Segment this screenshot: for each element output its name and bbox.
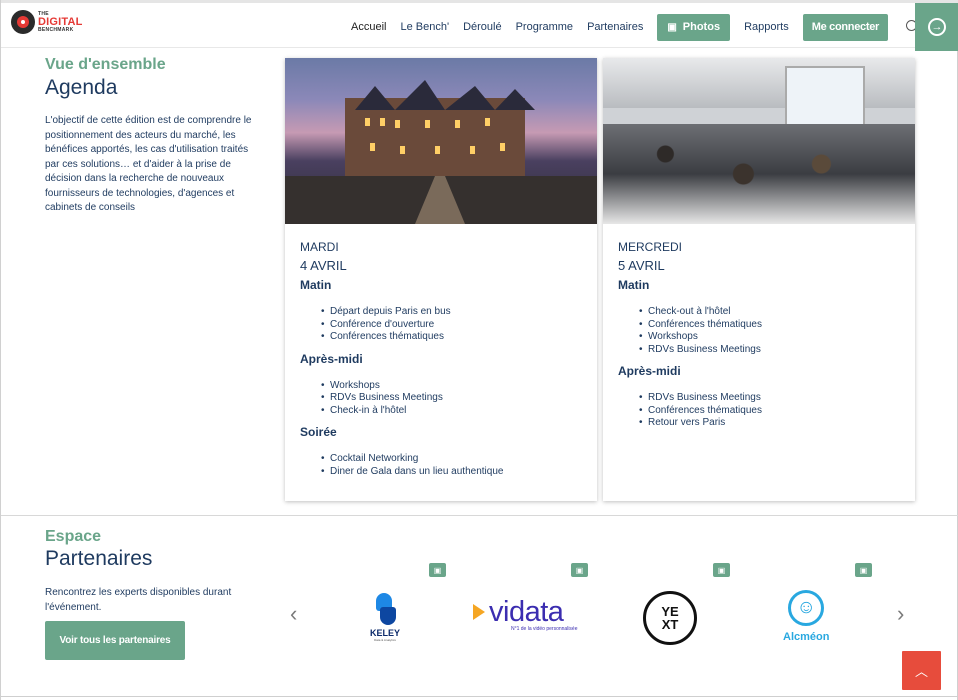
keley-logo: KELEY Data & Analytics xyxy=(370,593,400,642)
image-icon: ▣ xyxy=(429,563,446,577)
partners-intro: Espace Partenaires Rencontrez les expert… xyxy=(45,528,265,615)
yext-logo: YE XT xyxy=(643,591,697,645)
section-list: Check-out à l'hôtel Conférences thématiq… xyxy=(639,306,900,357)
section-list: Départ depuis Paris en bus Conférence d'… xyxy=(321,306,582,344)
list-item: RDVs Business Meetings xyxy=(639,344,900,357)
nav-deroule[interactable]: Déroulé xyxy=(463,21,502,33)
all-partners-button[interactable]: Voir tous les partenaires xyxy=(45,621,185,660)
list-item: Workshops xyxy=(321,380,582,393)
logo-text: THE DIGITAL BENCHMARK xyxy=(38,11,83,33)
sign-in-icon: → xyxy=(928,18,946,36)
logo-line-3: BENCHMARK xyxy=(38,26,74,33)
card-body: MARDI 4 AVRIL Matin Départ depuis Paris … xyxy=(285,224,597,478)
image-icon: ▣ xyxy=(667,21,677,33)
agenda-card-day-1: MARDI 4 AVRIL Matin Départ depuis Paris … xyxy=(285,58,597,501)
day-date: 4 AVRIL xyxy=(300,258,347,273)
nav-programme[interactable]: Programme xyxy=(516,21,573,33)
section-list: Cocktail Networking Diner de Gala dans u… xyxy=(321,453,582,479)
vidata-logo: vidata N°1 de la vidéo personnalisée xyxy=(473,598,578,632)
list-item: RDVs Business Meetings xyxy=(639,392,900,405)
list-item: Cocktail Networking xyxy=(321,453,582,466)
partner-name: vidata xyxy=(489,596,564,628)
page: THE DIGITAL BENCHMARK Accueil Le Bench' … xyxy=(0,0,958,700)
photos-button[interactable]: ▣ Photos xyxy=(657,13,731,41)
image-icon: ▣ xyxy=(855,563,872,577)
list-item: Check-in à l'hôtel xyxy=(321,405,582,418)
logo-line-2: DIGITAL xyxy=(38,15,83,28)
image-icon: ▣ xyxy=(713,563,730,577)
partners-subtitle: Espace xyxy=(45,528,102,545)
main-nav: Accueil Le Bench' Déroulé Programme Part… xyxy=(351,3,940,51)
site-header: THE DIGITAL BENCHMARK Accueil Le Bench' … xyxy=(1,0,958,51)
partner-keley[interactable]: ▣ KELEY Data & Analytics xyxy=(317,560,457,650)
photos-label: Photos xyxy=(682,21,721,33)
list-item: Diner de Gala dans un lieu authentique xyxy=(321,466,582,479)
partner-name-line-2: XT xyxy=(661,617,679,632)
section-title: Matin xyxy=(618,278,650,292)
section-list: RDVs Business Meetings Conférences théma… xyxy=(639,392,900,430)
login-button[interactable]: Me connecter xyxy=(802,13,889,41)
smiley-icon: ☺ xyxy=(788,590,825,626)
nav-rapports[interactable]: Rapports xyxy=(744,21,789,33)
partner-yext[interactable]: ▣ YE XT xyxy=(601,560,741,650)
back-to-top-button[interactable]: ︿ xyxy=(902,651,941,690)
alcmeon-logo: ☺ Alcméon xyxy=(783,590,829,643)
nav-le-bench[interactable]: Le Bench' xyxy=(400,21,449,33)
list-item: RDVs Business Meetings xyxy=(321,392,582,405)
play-icon xyxy=(473,604,485,620)
day-name: MERCREDI xyxy=(618,240,683,254)
site-logo[interactable]: THE DIGITAL BENCHMARK xyxy=(11,10,83,34)
list-item: Workshops xyxy=(639,331,900,344)
list-item: Check-out à l'hôtel xyxy=(639,306,900,319)
day-date: 5 AVRIL xyxy=(618,258,665,273)
chevron-up-icon: ︿ xyxy=(914,664,928,679)
list-item: Départ depuis Paris en bus xyxy=(321,306,582,319)
agenda-subtitle: Vue d'ensemble xyxy=(45,56,166,73)
image-icon: ▣ xyxy=(571,563,588,577)
day-name: MARDI xyxy=(300,240,339,254)
section-title: Après-midi xyxy=(618,364,681,378)
card-body: MERCREDI 5 AVRIL Matin Check-out à l'hôt… xyxy=(603,224,915,430)
partner-name: Alcméon xyxy=(783,631,830,643)
partner-alcmeon[interactable]: ▣ ☺ Alcméon xyxy=(743,560,883,650)
nav-accueil[interactable]: Accueil xyxy=(351,21,386,33)
section-divider xyxy=(1,515,958,516)
list-item: Conférences thématiques xyxy=(639,405,900,418)
list-item: Conférence d'ouverture xyxy=(321,319,582,332)
section-list: Workshops RDVs Business Meetings Check-i… xyxy=(321,380,582,418)
chevron-right-icon[interactable]: › xyxy=(897,601,904,627)
section-title: Après-midi xyxy=(300,351,363,366)
agenda-intro: Vue d'ensemble Agenda L'objectif de cett… xyxy=(45,56,260,216)
page-bottom-border xyxy=(1,696,958,697)
sign-in-button[interactable]: → xyxy=(915,3,958,51)
agenda-description: L'objectif de cette édition est de compr… xyxy=(45,115,252,213)
partners-description: Rencontrez les experts disponibles duran… xyxy=(45,587,232,613)
partner-vidata[interactable]: ▣ vidata N°1 de la vidéo personnalisée xyxy=(459,560,599,650)
logo-mark-icon xyxy=(11,10,35,34)
partner-tagline: N°1 de la vidéo personnalisée xyxy=(511,626,578,632)
conference-photo xyxy=(603,58,915,224)
castle-photo xyxy=(285,58,597,224)
partner-tagline: Data & Analytics xyxy=(374,638,396,642)
nav-partenaires[interactable]: Partenaires xyxy=(587,21,643,33)
list-item: Conférences thématiques xyxy=(639,319,900,332)
section-title: Soirée xyxy=(300,425,337,439)
list-item: Conférences thématiques xyxy=(321,331,582,344)
partners-title: Partenaires xyxy=(45,547,153,570)
partner-name: KELEY xyxy=(370,628,401,638)
agenda-title: Agenda xyxy=(45,76,118,99)
agenda-card-day-2: MERCREDI 5 AVRIL Matin Check-out à l'hôt… xyxy=(603,58,915,501)
section-title: Matin xyxy=(300,278,332,292)
chevron-left-icon[interactable]: ‹ xyxy=(290,601,297,627)
list-item: Retour vers Paris xyxy=(639,417,900,430)
